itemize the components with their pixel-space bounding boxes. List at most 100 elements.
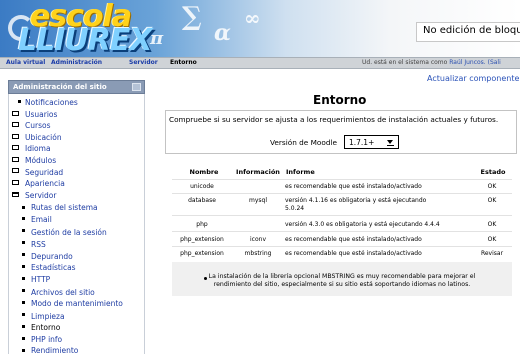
bullet-icon	[22, 325, 25, 328]
sidebar-item-http[interactable]: HTTP	[31, 275, 50, 284]
table-divider	[172, 215, 512, 216]
sidebar-item-modulos[interactable]: Módulos	[25, 156, 56, 165]
bullet-icon	[22, 217, 25, 220]
bullet-icon	[22, 253, 25, 256]
folder-closed-icon	[12, 145, 19, 150]
bullet-icon	[18, 100, 21, 103]
cell-status: OK	[487, 236, 497, 243]
sidebar-item-limpieza[interactable]: Limpieza	[31, 312, 65, 321]
folder-closed-icon	[12, 157, 19, 162]
cell-report-continued: 5.0.24	[285, 205, 305, 212]
logo-text-bottom: LLIUREX	[18, 23, 152, 57]
cell-status: OK	[487, 197, 497, 204]
bullet-icon	[22, 265, 25, 268]
cell-status: OK	[487, 221, 497, 228]
navbar: Aula virtual Administración Servidor Ent…	[0, 57, 520, 69]
header-title: No edición de bloques	[423, 25, 520, 36]
mbstring-note: La instalación de la librería opcional M…	[172, 262, 512, 296]
folder-closed-icon	[12, 180, 19, 185]
page-title: Entorno	[313, 93, 367, 107]
dropdown-arrow-icon	[387, 140, 393, 144]
folder-closed-icon	[12, 168, 19, 173]
breadcrumb-servidor[interactable]: Servidor	[129, 58, 158, 68]
bullet-icon	[22, 241, 25, 244]
cell-name: unicode	[190, 183, 214, 190]
login-info: Ud. está en el sistema como Raúl Juncos.…	[362, 58, 501, 68]
sidebar-item-cursos[interactable]: Cursos	[25, 121, 50, 130]
version-check-instructions: Compruebe si su servidor se ajusta a los…	[169, 115, 499, 124]
cell-report: versión 4.1.16 es obligatoria y está eje…	[285, 197, 427, 204]
table-divider	[172, 246, 512, 247]
breadcrumb-entorno: Entorno	[170, 59, 197, 66]
site-header: escola LLIUREX ∑ α π ∞ No edición de blo…	[0, 0, 520, 57]
cell-name: php_extension	[180, 236, 224, 243]
cell-status: Revisar	[480, 250, 504, 257]
sidebar-block-title: Administración del sitio	[13, 83, 107, 91]
table-divider	[172, 193, 512, 194]
cell-report: versión 4.3.0 es obligatoria y está ejec…	[285, 221, 440, 228]
folder-closed-icon	[12, 111, 19, 116]
sidebar-item-entorno[interactable]: Entorno	[31, 323, 60, 332]
cell-report: es recomendable que esté instalado/activ…	[285, 250, 422, 257]
mbstring-note-line: La instalación de la librería opcional M…	[208, 273, 476, 280]
cell-report: es recomendable que esté instalado/activ…	[285, 183, 422, 190]
sidebar-item-rss[interactable]: RSS	[31, 240, 46, 249]
folder-closed-icon	[12, 134, 19, 139]
bullet-icon	[22, 229, 25, 232]
moodle-version-select[interactable]: 1.7.1+	[344, 135, 399, 149]
sidebar-item-depurando[interactable]: Depurando	[31, 252, 73, 261]
version-check-box: Compruebe si su servidor se ajusta a los…	[165, 110, 517, 154]
sidebar-item-idioma[interactable]: Idioma	[25, 144, 51, 153]
cell-info: mysql	[249, 197, 267, 204]
sidebar-item-estadisticas[interactable]: Estadísticas	[31, 263, 76, 272]
sidebar-item-rendimiento[interactable]: Rendimiento	[31, 346, 78, 354]
cell-report: es recomendable que esté instalado/activ…	[285, 236, 422, 243]
mbstring-note-text: La instalación de la librería opcional M…	[172, 273, 512, 289]
sidebar-item-notificaciones[interactable]: Notificaciones	[25, 98, 78, 107]
sidebar-item-usuarios[interactable]: Usuarios	[25, 110, 57, 119]
cell-status: OK	[487, 183, 497, 190]
decor-glyph-icon: π	[150, 28, 164, 49]
sidebar-item-archivos-del-sitio[interactable]: Archivos del sitio	[31, 288, 95, 297]
moodle-version-label: Versión de Moodle	[270, 138, 337, 147]
sidebar-item-apariencia[interactable]: Apariencia	[25, 179, 65, 188]
folder-open-icon	[12, 192, 19, 197]
sidebar-item-ubicacion[interactable]: Ubicación	[25, 133, 62, 142]
moodle-version-value: 1.7.1+	[349, 138, 375, 147]
sidebar-item-seguridad[interactable]: Seguridad	[25, 168, 63, 177]
sidebar-item-gestion-sesion[interactable]: Gestión de la sesión	[31, 228, 107, 237]
sidebar-block-header: Administración del sitio	[8, 80, 145, 94]
cell-name: php_extension	[180, 250, 224, 257]
bullet-icon	[22, 337, 25, 340]
decor-glyph-icon: α	[214, 20, 231, 46]
sidebar-item-email[interactable]: Email	[31, 215, 52, 224]
folder-closed-icon	[12, 122, 19, 127]
cell-name: php	[196, 221, 208, 228]
cell-name: database	[188, 197, 216, 204]
cell-info: mbstring	[244, 250, 272, 257]
table-divider	[172, 179, 512, 180]
bullet-icon	[22, 349, 25, 352]
login-user-link[interactable]: Raúl Juncos. (Sali	[449, 59, 501, 66]
table-divider	[172, 231, 512, 232]
breadcrumb-administracion[interactable]: Administración	[51, 58, 102, 68]
sidebar-item-php-info[interactable]: PHP info	[31, 335, 62, 344]
breadcrumb-aula-virtual[interactable]: Aula virtual	[6, 58, 45, 68]
bullet-icon	[22, 206, 25, 209]
bullet-icon	[22, 301, 25, 304]
mbstring-note-line: rendimiento del sitio, especialmente si …	[213, 281, 471, 288]
sidebar-item-servidor[interactable]: Servidor	[25, 191, 56, 200]
block-hide-icon[interactable]	[132, 83, 141, 91]
login-text: Ud. está en el sistema como	[362, 59, 450, 66]
dropdown-arrow-underline	[387, 145, 394, 146]
decor-glyph-icon: ∞	[244, 6, 261, 30]
sidebar-item-modo-mantenimiento[interactable]: Modo de mantenimiento	[31, 299, 123, 308]
bullet-icon	[22, 289, 25, 292]
cell-info: iconv	[250, 236, 266, 243]
header-title-box: No edición de bloques	[416, 22, 520, 42]
sidebar-item-rutas-del-sistema[interactable]: Rutas del sistema	[31, 203, 98, 212]
bullet-icon	[22, 313, 25, 316]
update-component-link[interactable]: Actualizar componente	[427, 74, 519, 83]
bullet-icon	[22, 277, 25, 280]
decor-glyph-icon: ∑	[182, 2, 202, 32]
